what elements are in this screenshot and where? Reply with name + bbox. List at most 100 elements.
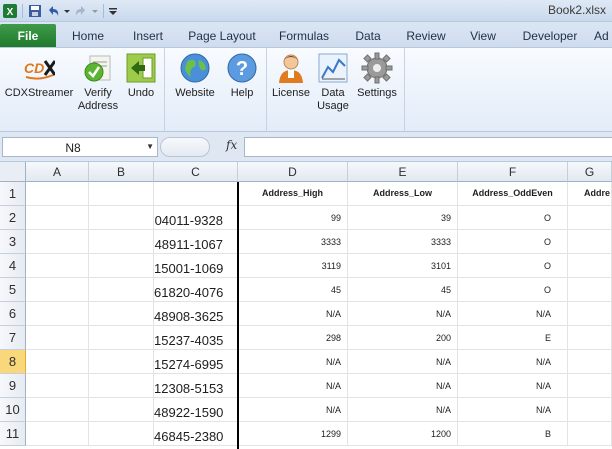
cell-zip-11[interactable]: 46845-2380 xyxy=(154,422,238,446)
data-usage-button[interactable]: Data Usage xyxy=(314,52,352,113)
cell-a11[interactable] xyxy=(26,422,89,446)
cell-address-high-6[interactable]: N/A xyxy=(238,302,348,326)
undo-button[interactable]: Undo xyxy=(122,52,160,100)
cell-address-low-8[interactable]: N/A xyxy=(348,350,458,374)
cell-b1[interactable] xyxy=(89,182,154,206)
cell-a7[interactable] xyxy=(26,326,89,350)
tab-view[interactable]: View xyxy=(456,24,510,47)
column-header-e[interactable]: E xyxy=(348,162,458,182)
cell-b9[interactable] xyxy=(89,374,154,398)
undo-dropdown-icon[interactable] xyxy=(63,3,71,19)
cell-address-low-3[interactable]: 3333 xyxy=(348,230,458,254)
cell-zip-5[interactable]: 61820-4076 xyxy=(154,278,238,302)
license-button[interactable]: License xyxy=(268,52,314,100)
cell-address-low-7[interactable]: 200 xyxy=(348,326,458,350)
name-box[interactable]: N8 ▼ xyxy=(2,137,158,157)
cell-a1[interactable] xyxy=(26,182,89,206)
cell-a8[interactable] xyxy=(26,350,89,374)
cell-address-high-2[interactable]: 99 xyxy=(238,206,348,230)
cell-a4[interactable] xyxy=(26,254,89,278)
tab-file[interactable]: File xyxy=(0,24,56,47)
cell-a3[interactable] xyxy=(26,230,89,254)
cell-address-low-6[interactable]: N/A xyxy=(348,302,458,326)
cell-zip-3[interactable]: 48911-1067 xyxy=(154,230,238,254)
cell-b2[interactable] xyxy=(89,206,154,230)
cell-address-oddeven-7[interactable]: E xyxy=(458,326,568,350)
tab-data[interactable]: Data xyxy=(340,24,396,47)
tab-insert[interactable]: Insert xyxy=(120,24,176,47)
cell-b7[interactable] xyxy=(89,326,154,350)
settings-button[interactable]: Settings xyxy=(354,52,400,100)
cell-b3[interactable] xyxy=(89,230,154,254)
excel-icon[interactable]: X xyxy=(2,3,18,19)
header-address-low[interactable]: Address_Low xyxy=(348,182,458,206)
cell-address-oddeven-6[interactable]: N/A xyxy=(458,302,568,326)
undo-icon[interactable] xyxy=(45,3,61,19)
cdxstreamer-button[interactable]: CD CDXStreamer xyxy=(4,52,74,100)
insert-function-icon[interactable]: fx xyxy=(226,138,237,152)
row-header-7[interactable]: 7 xyxy=(0,326,26,350)
row-header-8[interactable]: 8 xyxy=(0,350,26,374)
cell-b4[interactable] xyxy=(89,254,154,278)
row-header-3[interactable]: 3 xyxy=(0,230,26,254)
tab-developer[interactable]: Developer xyxy=(510,24,590,47)
cell-zip-6[interactable]: 48908-3625 xyxy=(154,302,238,326)
row-header-5[interactable]: 5 xyxy=(0,278,26,302)
cell-address-low-5[interactable]: 45 xyxy=(348,278,458,302)
column-header-c[interactable]: C xyxy=(154,162,238,182)
cell-b6[interactable] xyxy=(89,302,154,326)
cell-b8[interactable] xyxy=(89,350,154,374)
cell-address-high-7[interactable]: 298 xyxy=(238,326,348,350)
cell-a10[interactable] xyxy=(26,398,89,422)
tab-page-layout[interactable]: Page Layout xyxy=(176,24,268,47)
tab-add-ins[interactable]: Ad xyxy=(590,24,612,47)
cell-address-oddeven-11[interactable]: B xyxy=(458,422,568,446)
cell-g5[interactable] xyxy=(568,278,612,302)
customize-icon[interactable] xyxy=(108,3,118,19)
cell-a2[interactable] xyxy=(26,206,89,230)
cell-a6[interactable] xyxy=(26,302,89,326)
cell-address-low-11[interactable]: 1200 xyxy=(348,422,458,446)
row-header-1[interactable]: 1 xyxy=(0,182,26,206)
cell-address-oddeven-2[interactable]: O xyxy=(458,206,568,230)
cell-zip-4[interactable]: 15001-1069 xyxy=(154,254,238,278)
cell-g7[interactable] xyxy=(568,326,612,350)
save-icon[interactable] xyxy=(27,3,43,19)
cell-address-high-3[interactable]: 3333 xyxy=(238,230,348,254)
cell-b11[interactable] xyxy=(89,422,154,446)
cell-g6[interactable] xyxy=(568,302,612,326)
header-address-oddeven[interactable]: Address_OddEven xyxy=(458,182,568,206)
cell-address-high-11[interactable]: 1299 xyxy=(238,422,348,446)
row-header-4[interactable]: 4 xyxy=(0,254,26,278)
formula-input[interactable] xyxy=(244,137,612,157)
cell-g10[interactable] xyxy=(568,398,612,422)
cell-address-high-9[interactable]: N/A xyxy=(238,374,348,398)
cell-address-oddeven-5[interactable]: O xyxy=(458,278,568,302)
header-address-truncated[interactable]: Addre xyxy=(568,182,612,206)
redo-dropdown-icon[interactable] xyxy=(91,3,99,19)
cell-c1[interactable] xyxy=(154,182,238,206)
column-header-b[interactable]: B xyxy=(89,162,154,182)
cell-a5[interactable] xyxy=(26,278,89,302)
cell-g4[interactable] xyxy=(568,254,612,278)
help-button[interactable]: ? Help xyxy=(222,52,262,100)
cell-address-oddeven-10[interactable]: N/A xyxy=(458,398,568,422)
select-all-corner[interactable] xyxy=(0,162,26,182)
verify-address-button[interactable]: Verify Address xyxy=(76,52,120,113)
cell-g11[interactable] xyxy=(568,422,612,446)
cell-zip-10[interactable]: 48922-1590 xyxy=(154,398,238,422)
name-box-dropdown-icon[interactable]: ▼ xyxy=(146,142,154,151)
tab-formulas[interactable]: Formulas xyxy=(268,24,340,47)
cell-zip-9[interactable]: 12308-5153 xyxy=(154,374,238,398)
cell-address-low-4[interactable]: 3101 xyxy=(348,254,458,278)
cell-address-low-9[interactable]: N/A xyxy=(348,374,458,398)
cell-address-high-4[interactable]: 3119 xyxy=(238,254,348,278)
row-header-2[interactable]: 2 xyxy=(0,206,26,230)
cell-address-oddeven-8[interactable]: N/A xyxy=(458,350,568,374)
column-header-a[interactable]: A xyxy=(26,162,89,182)
cell-address-oddeven-3[interactable]: O xyxy=(458,230,568,254)
cell-g9[interactable] xyxy=(568,374,612,398)
cell-address-high-8[interactable]: N/A xyxy=(238,350,348,374)
header-address-high[interactable]: Address_High xyxy=(238,182,348,206)
cell-g3[interactable] xyxy=(568,230,612,254)
